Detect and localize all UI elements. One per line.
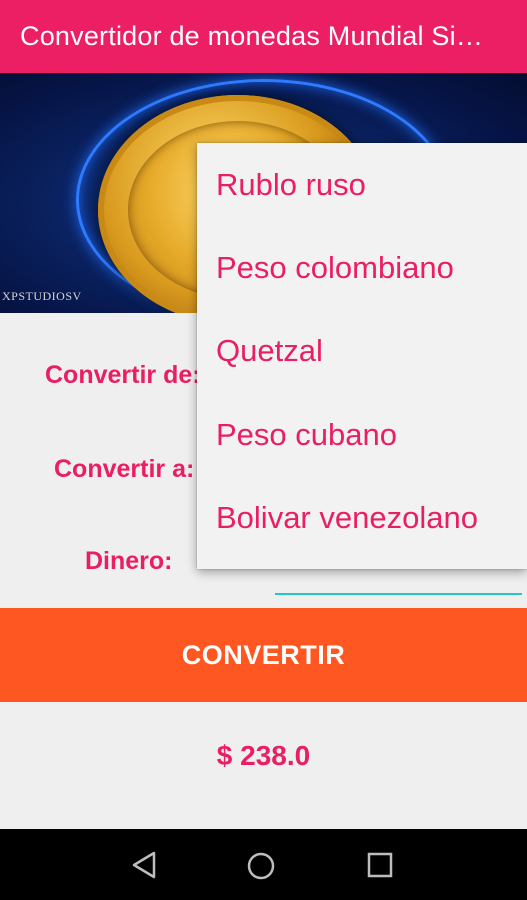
menu-item-peso-colombiano[interactable]: Peso colombiano [197,226,527,309]
menu-item-quetzal[interactable]: Quetzal [197,310,527,393]
app-title: Convertidor de monedas Mundial Sin Inter… [20,21,490,51]
convert-from-label: Convertir de: [45,361,201,389]
menu-item-peso-cubano[interactable]: Peso cubano [197,393,527,476]
money-label: Dinero: [85,547,173,575]
money-input-underline [275,593,522,595]
app-bar: Convertidor de monedas Mundial Sin Inter… [0,0,527,73]
banner-watermark: XPSTUDIOSV [2,289,82,303]
menu-item-bolivar-venezolano[interactable]: Bolivar venezolano [197,477,527,560]
convert-to-label: Convertir a: [54,455,195,483]
recents-icon[interactable] [367,852,393,878]
system-nav-bar [0,829,527,900]
menu-item-rublo-ruso[interactable]: Rublo ruso [197,143,527,226]
currency-dropdown-menu: Rublo ruso Peso colombiano Quetzal Peso … [197,143,527,569]
home-icon[interactable] [246,851,276,881]
convert-button[interactable]: CONVERTIR [0,608,527,702]
back-icon[interactable] [130,850,158,880]
result-text: $ 238.0 [216,740,311,771]
